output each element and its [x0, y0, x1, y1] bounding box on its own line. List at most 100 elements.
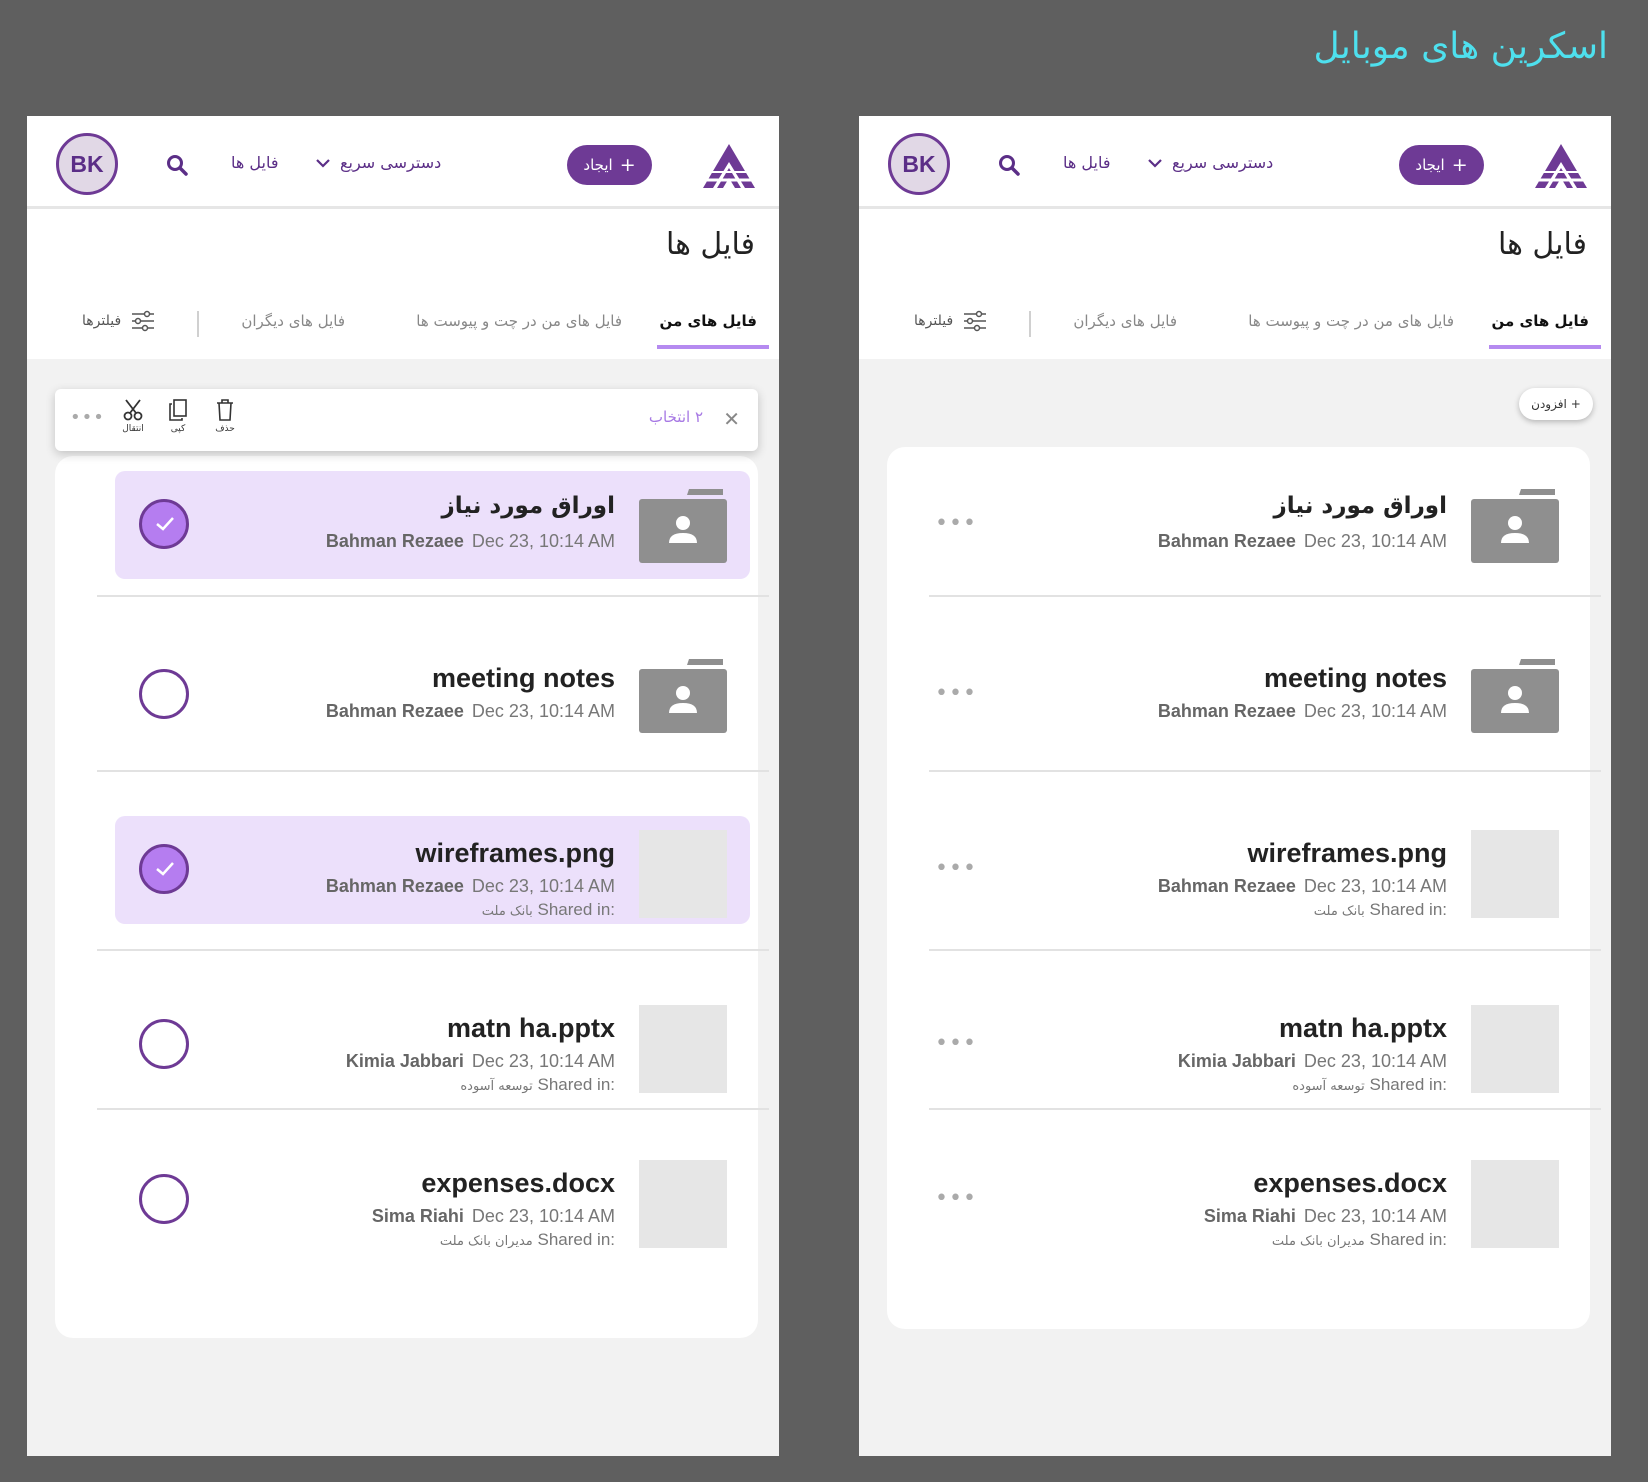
create-label: ایجاد	[1415, 156, 1445, 174]
list-divider	[97, 770, 769, 772]
file-thumbnail	[639, 1160, 727, 1248]
files-nav-link[interactable]: فایل ها	[231, 153, 279, 172]
shared-in-value: مدیران بانک ملت	[439, 1234, 533, 1249]
files-nav-link[interactable]: فایل ها	[1063, 153, 1111, 172]
tab-chat-files[interactable]: فایل های من در چت و پیوست ها	[416, 312, 622, 330]
select-checkbox[interactable]	[139, 1019, 189, 1069]
list-item[interactable]: wireframes.png Bahman Rezaee Dec 23, 10:1…	[55, 816, 779, 926]
avatar[interactable]: BK	[888, 133, 950, 195]
list-divider	[97, 1108, 769, 1110]
shared-prefix: Shared in:	[537, 1075, 616, 1094]
tab-chat-files[interactable]: فایل های من در چت و پیوست ها	[1248, 312, 1454, 330]
active-tab-indicator	[1489, 345, 1601, 349]
more-icon[interactable]: •••	[935, 511, 977, 536]
plus-icon: +	[1451, 153, 1468, 176]
list-divider	[929, 595, 1601, 597]
file-name: meeting notes	[1263, 663, 1447, 693]
tab-divider	[1029, 311, 1031, 337]
select-checkbox[interactable]	[139, 844, 189, 894]
app-header: + ایجاد دسترسی سریع فایل ها BK	[859, 116, 1611, 209]
selection-count: ۲ انتخاب	[648, 408, 703, 426]
file-thumbnail	[639, 830, 727, 918]
file-name: wireframes.png	[1247, 838, 1447, 868]
tab-others-files[interactable]: فایل های دیگران	[1073, 312, 1177, 330]
copy-button[interactable]: کپی	[161, 399, 195, 434]
tab-my-files[interactable]: فایل های من	[1492, 312, 1590, 330]
title-bar: فایل ها فایل های من فایل های من در چت و …	[859, 209, 1611, 359]
list-item[interactable]: اوراق مورد نیاز Bahman Rezaee Dec 23, 10:…	[55, 471, 779, 581]
tab-others-files[interactable]: فایل های دیگران	[241, 312, 345, 330]
search-icon[interactable]	[998, 154, 1020, 176]
plus-icon: +	[1570, 397, 1581, 411]
shared-in-value: توسعه آسوده	[460, 1079, 533, 1094]
shared-prefix: Shared in:	[537, 900, 616, 919]
list-item[interactable]: meeting notes Bahman Rezaee Dec 23, 10:14…	[887, 641, 1611, 751]
list-divider	[929, 1108, 1601, 1110]
select-checkbox[interactable]	[139, 499, 189, 549]
list-item[interactable]: expenses.docx Sima Riahi Dec 23, 10:14 AM…	[55, 1146, 779, 1256]
create-label: ایجاد	[583, 156, 613, 174]
chevron-down-icon	[1148, 158, 1162, 168]
more-icon[interactable]: •••	[70, 407, 105, 428]
list-item[interactable]: matn ha.pptx Kimia Jabbari Dec 23, 10:14 …	[887, 991, 1611, 1101]
chevron-down-icon	[316, 158, 330, 168]
list-item[interactable]: wireframes.png Bahman Rezaee Dec 23, 10:1…	[887, 816, 1611, 926]
list-item[interactable]: matn ha.pptx Kimia Jabbari Dec 23, 10:14 …	[55, 991, 779, 1101]
list-item[interactable]: meeting notes Bahman Rezaee Dec 23, 10:14…	[55, 641, 779, 751]
file-thumbnail	[1471, 830, 1559, 918]
quick-access-label: دسترسی سریع	[340, 153, 442, 172]
delete-label: حذف	[215, 424, 235, 434]
file-date: Dec 23, 10:14 AM	[471, 701, 615, 721]
close-icon[interactable]: ✕	[723, 407, 740, 431]
file-name: expenses.docx	[421, 1168, 615, 1198]
filters-button[interactable]: فیلترها	[82, 310, 155, 332]
logo-icon[interactable]	[1533, 140, 1589, 192]
filter-icon	[132, 310, 155, 332]
search-icon[interactable]	[166, 154, 188, 176]
file-date: Dec 23, 10:14 AM	[1303, 531, 1447, 551]
avatar[interactable]: BK	[56, 133, 118, 195]
file-date: Dec 23, 10:14 AM	[471, 1206, 615, 1226]
file-meta: Bahman Rezaee Dec 23, 10:14 AM	[326, 701, 615, 722]
list-item[interactable]: expenses.docx Sima Riahi Dec 23, 10:14 AM…	[887, 1146, 1611, 1256]
filter-icon	[964, 310, 987, 332]
select-checkbox[interactable]	[139, 1174, 189, 1224]
list-item[interactable]: اوراق مورد نیاز Bahman Rezaee Dec 23, 10:…	[887, 471, 1611, 581]
file-name: meeting notes	[431, 663, 615, 693]
title-bar: فایل ها فایل های من فایل های من در چت و …	[27, 209, 779, 359]
file-date: Dec 23, 10:14 AM	[471, 1051, 615, 1071]
more-icon[interactable]: •••	[935, 1031, 977, 1056]
file-owner: Kimia Jabbari	[345, 1051, 464, 1071]
file-date: Dec 23, 10:14 AM	[1303, 1206, 1447, 1226]
trash-icon	[217, 399, 233, 421]
quick-access-menu[interactable]: دسترسی سریع	[1146, 153, 1273, 172]
create-button[interactable]: + ایجاد	[567, 145, 652, 185]
file-owner: Bahman Rezaee	[1157, 531, 1296, 551]
file-date: Dec 23, 10:14 AM	[471, 531, 615, 551]
file-meta: Kimia Jabbari Dec 23, 10:14 AM	[346, 1051, 615, 1072]
shared-prefix: Shared in:	[1369, 900, 1448, 919]
shared-prefix: Shared in:	[1369, 1230, 1448, 1249]
filters-button[interactable]: فیلترها	[914, 310, 987, 332]
shared-in-value: بانک ملت	[1313, 904, 1365, 919]
create-button[interactable]: + ایجاد	[1399, 145, 1484, 185]
filters-label: فیلترها	[82, 313, 122, 329]
file-meta: Bahman Rezaee Dec 23, 10:14 AM	[1158, 876, 1447, 897]
more-icon[interactable]: •••	[935, 1186, 977, 1211]
more-icon[interactable]: •••	[935, 856, 977, 881]
shared-in-value: بانک ملت	[481, 904, 533, 919]
shared-in: مدیران بانک ملت Shared in:	[1272, 1230, 1447, 1250]
file-date: Dec 23, 10:14 AM	[1303, 701, 1447, 721]
check-icon	[156, 517, 174, 531]
select-checkbox[interactable]	[139, 669, 189, 719]
delete-button[interactable]: حذف	[208, 399, 242, 434]
move-button[interactable]: انتقال	[116, 399, 150, 434]
add-button[interactable]: + افزودن	[1519, 388, 1593, 420]
add-label: افزودن	[1531, 397, 1567, 411]
quick-access-menu[interactable]: دسترسی سریع	[314, 153, 441, 172]
file-name: expenses.docx	[1253, 1168, 1447, 1198]
logo-icon[interactable]	[701, 140, 757, 192]
shared-prefix: Shared in:	[1369, 1075, 1448, 1094]
tab-my-files[interactable]: فایل های من	[660, 312, 758, 330]
more-icon[interactable]: •••	[935, 681, 977, 706]
